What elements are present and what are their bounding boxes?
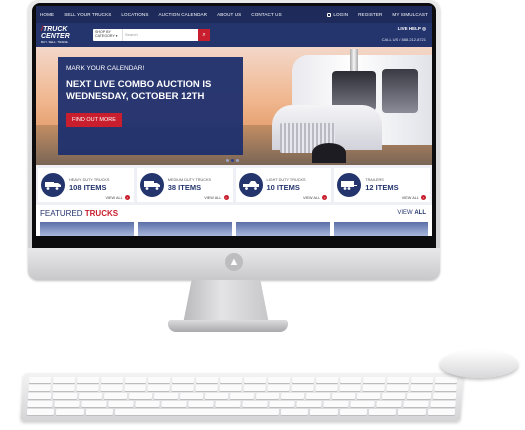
- featured-truck-thumbnail[interactable]: [40, 222, 134, 236]
- featured-trucks-section: FEATURED TRUCKS VIEW ALL: [36, 205, 432, 236]
- featured-title: FEATURED TRUCKS: [40, 209, 428, 218]
- brand-logo[interactable]: /TRUCK CENTER BUY. SELL. TRADE.: [41, 26, 83, 44]
- category-label: MEDIUM DUTY TRUCKS: [167, 178, 212, 182]
- lock-icon: [327, 12, 332, 17]
- category-text: LIGHT DUTY TRUCKS 10 ITEMS: [267, 178, 306, 192]
- website-screen: HOME SELL YOUR TRUCKS LOCATIONS AUCTION …: [36, 6, 432, 236]
- view-all-link[interactable]: VIEW ALL ›: [204, 195, 229, 200]
- arrow-right-icon: ›: [421, 195, 426, 200]
- category-card-light-duty[interactable]: LIGHT DUTY TRUCKS 10 ITEMS VIEW ALL ›: [235, 168, 332, 202]
- category-count: 10 ITEMS: [266, 183, 300, 192]
- mouse: [440, 350, 518, 378]
- nav-locations[interactable]: LOCATIONS: [121, 12, 148, 17]
- keyboard-row: [26, 409, 456, 415]
- monitor-logo-icon: ▲: [225, 253, 243, 271]
- search-input[interactable]: Search: [123, 29, 198, 41]
- brand-line1: TRUCK: [42, 26, 68, 33]
- keyboard-row: [28, 377, 458, 383]
- live-help-link[interactable]: LIVE HELP ◎: [382, 26, 426, 32]
- featured-view-a: VIEW: [397, 210, 413, 216]
- category-card-medium-duty[interactable]: MEDIUM DUTY TRUCKS 38 ITEMS VIEW ALL ›: [136, 168, 233, 202]
- featured-title-a: FEATURED: [40, 209, 83, 218]
- brand-tagline: BUY. SELL. TRADE.: [41, 40, 69, 44]
- monitor-stand-base: [168, 320, 288, 332]
- arrow-right-icon: ›: [124, 195, 130, 200]
- keyboard-row: [27, 401, 456, 407]
- login-link[interactable]: LOGIN: [327, 12, 348, 17]
- scene: ▲ HOME SELL YOUR TRUCKS LOCATIONS AUCTIO…: [0, 0, 525, 430]
- top-nav-bar: HOME SELL YOUR TRUCKS LOCATIONS AUCTION …: [36, 6, 432, 23]
- featured-view-all-link[interactable]: VIEW ALL: [397, 210, 426, 216]
- brand-line2: CENTER: [41, 33, 70, 40]
- category-label: TRAILERS: [365, 178, 384, 182]
- slider-dots: [226, 159, 239, 162]
- view-all-link[interactable]: VIEW ALL ›: [402, 195, 426, 200]
- category-count: 108 ITEMS: [69, 183, 107, 192]
- search-icon: ⌕: [202, 31, 206, 38]
- featured-truck-thumbnail[interactable]: [138, 222, 232, 236]
- site-header: /TRUCK CENTER BUY. SELL. TRADE. SHOP BY …: [36, 23, 432, 47]
- view-all-link[interactable]: VIEW ALL ›: [302, 195, 328, 200]
- featured-view-b: ALL: [414, 210, 426, 216]
- category-card-trailers[interactable]: TRAILERS 12 ITEMS VIEW ALL ›: [334, 168, 430, 202]
- category-count: 38 ITEMS: [167, 183, 202, 192]
- keyboard: [20, 373, 464, 421]
- category-card-heavy-duty[interactable]: HEAVY DUTY TRUCKS 108 ITEMS VIEW ALL ›: [38, 168, 134, 202]
- semi-truck-image: [232, 49, 432, 163]
- search-bar: SHOP BY CATEGORY ▾ Search ⌕: [93, 29, 210, 41]
- category-label: LIGHT DUTY TRUCKS: [266, 178, 306, 182]
- light-truck-icon: [238, 173, 263, 197]
- featured-thumbnails: [40, 222, 428, 236]
- box-truck-icon: [139, 173, 164, 197]
- nav-home[interactable]: HOME: [40, 12, 54, 17]
- find-out-more-button[interactable]: FIND OUT MORE: [66, 112, 122, 127]
- nav-sell-your-trucks[interactable]: SELL YOUR TRUCKS: [64, 12, 111, 17]
- headset-icon: ◎: [422, 26, 426, 31]
- monitor-stand: [183, 280, 269, 324]
- login-label: LOGIN: [333, 12, 349, 17]
- nav-about-us[interactable]: ABOUT US: [217, 12, 241, 17]
- keyboard-row: [27, 393, 457, 399]
- arrow-right-icon: ›: [322, 195, 328, 200]
- my-simulcast-link[interactable]: MY SIMULCAST: [392, 12, 428, 17]
- contact-block: LIVE HELP ◎ CALL US / 888.212.8721: [382, 26, 426, 42]
- slider-dot-active[interactable]: [231, 159, 234, 162]
- category-text: HEAVY DUTY TRUCKS 108 ITEMS: [69, 178, 109, 192]
- monitor-chin: ▲: [28, 248, 440, 280]
- view-all-label: VIEW ALL: [401, 195, 419, 200]
- search-button[interactable]: ⌕: [198, 29, 210, 41]
- view-all-label: VIEW ALL: [204, 195, 222, 200]
- featured-truck-thumbnail[interactable]: [334, 222, 428, 236]
- truck-window-side: [382, 69, 418, 113]
- category-count: 12 ITEMS: [365, 183, 399, 192]
- category-text: MEDIUM DUTY TRUCKS 38 ITEMS: [168, 178, 211, 192]
- category-label: HEAVY DUTY TRUCKS: [69, 178, 110, 182]
- live-help-label: LIVE HELP: [397, 26, 421, 31]
- hero-announcement: MARK YOUR CALENDAR! NEXT LIVE COMBO AUCT…: [58, 57, 243, 155]
- view-all-label: VIEW ALL: [105, 195, 123, 200]
- register-link[interactable]: REGISTER: [358, 12, 382, 17]
- category-text: TRAILERS 12 ITEMS: [365, 178, 398, 192]
- call-us-text: CALL US / 888.212.8721: [381, 37, 426, 42]
- arrow-right-icon: ›: [223, 195, 229, 200]
- trailer-icon: [337, 173, 362, 197]
- chevron-down-icon: ▾: [115, 34, 118, 39]
- featured-title-b: TRUCKS: [84, 209, 119, 218]
- category-select[interactable]: SHOP BY CATEGORY ▾: [93, 29, 123, 41]
- view-all-link[interactable]: VIEW ALL ›: [105, 195, 130, 200]
- featured-truck-thumbnail[interactable]: [236, 222, 330, 236]
- nav-contact-us[interactable]: CONTACT US: [251, 12, 281, 17]
- nav-auction-calendar[interactable]: AUCTION CALENDAR: [159, 12, 208, 17]
- slider-dot[interactable]: [226, 159, 229, 162]
- heavy-truck-icon: [41, 173, 65, 197]
- truck-wheel: [312, 143, 346, 163]
- category-select-label: SHOP BY CATEGORY: [95, 30, 115, 39]
- hero-headline: NEXT LIVE COMBO AUCTION IS WEDNESDAY, OC…: [66, 79, 212, 102]
- keyboard-row: [28, 385, 457, 391]
- slider-dot[interactable]: [236, 159, 239, 162]
- view-all-label: VIEW ALL: [302, 195, 321, 200]
- hero-banner: MARK YOUR CALENDAR! NEXT LIVE COMBO AUCT…: [36, 47, 432, 165]
- hero-subtitle: MARK YOUR CALENDAR!: [66, 65, 145, 72]
- category-strip: HEAVY DUTY TRUCKS 108 ITEMS VIEW ALL › ME…: [36, 165, 432, 205]
